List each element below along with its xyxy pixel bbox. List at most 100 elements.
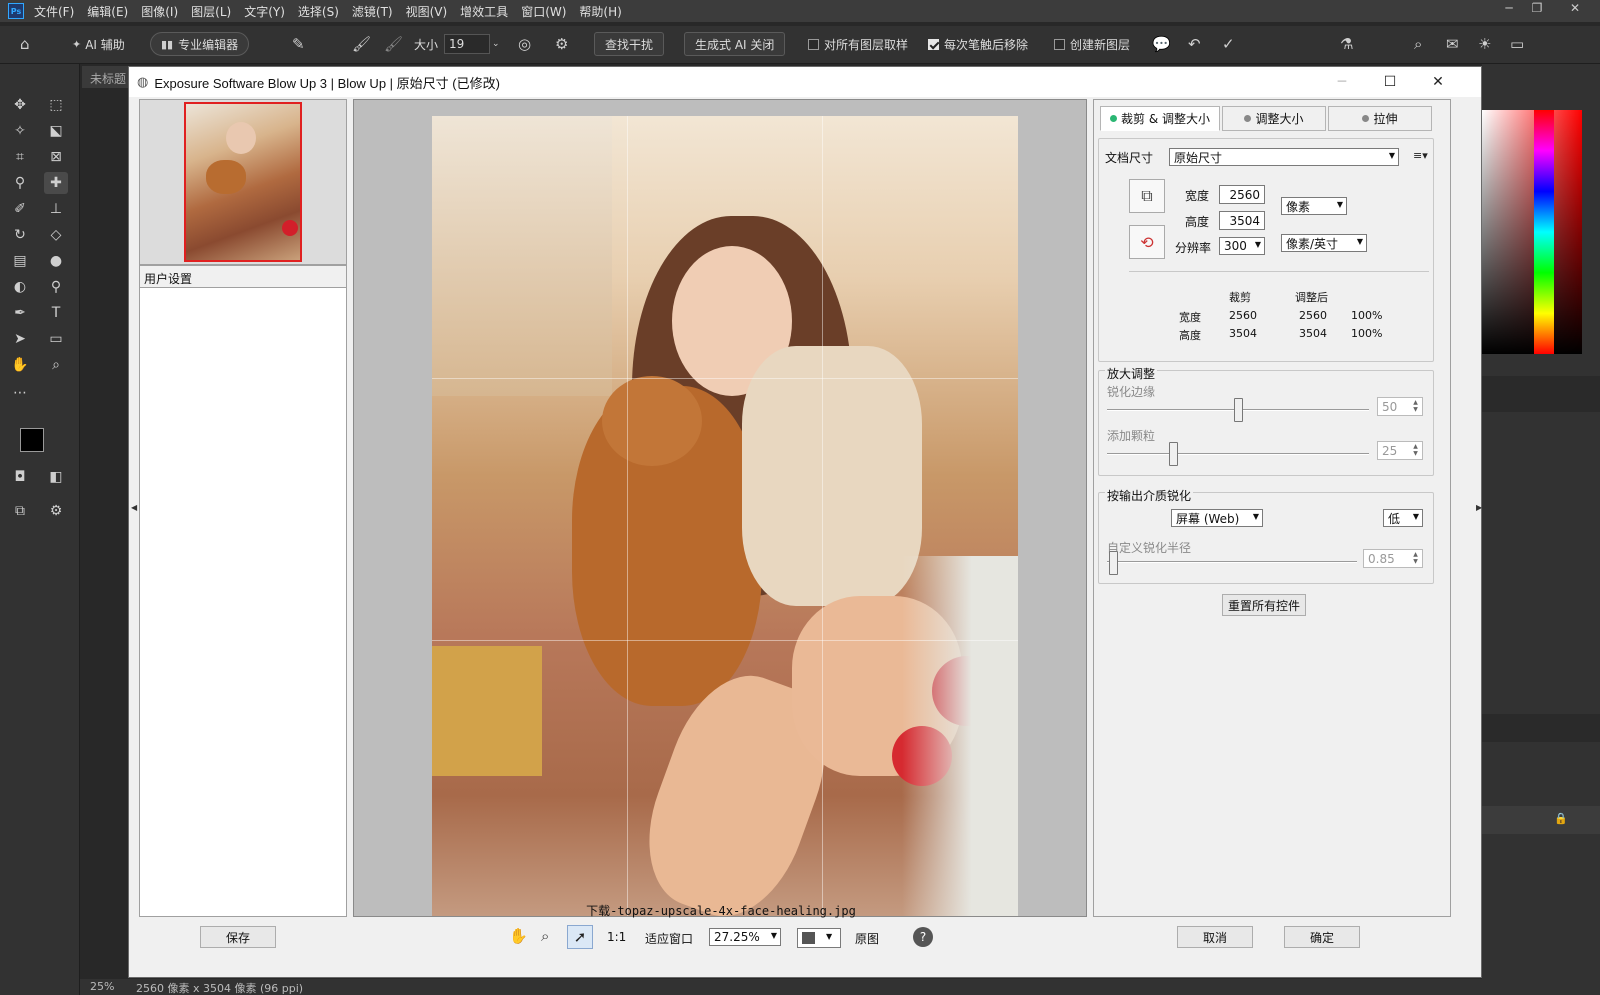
eraser-icon[interactable]: ◇ [44,224,68,246]
maximize-icon[interactable]: ☐ [1367,67,1413,97]
hue-slider[interactable] [1534,110,1554,354]
minimize-icon[interactable]: ─ [1319,67,1365,97]
layer-row[interactable]: 🔒 [1482,806,1600,834]
quick-mask-icon[interactable]: ◘ [8,466,32,488]
output-medium-select[interactable]: 屏幕 (Web) ▼ [1171,509,1263,527]
move-tool-icon[interactable]: ✥ [8,94,32,116]
menu-plugins[interactable]: 增效工具 [460,3,508,20]
sample-all-layers-checkbox[interactable]: 对所有图层取样 [808,32,908,56]
path-select-icon[interactable]: ➤ [8,328,32,350]
object-select-icon[interactable]: ✧ [8,120,32,142]
gear-icon[interactable]: ⚙ [555,35,568,53]
spinner-icon[interactable]: ▲ ▼ [1411,399,1420,414]
spinner-icon[interactable]: ▲ ▼ [1411,443,1420,458]
zoom-select[interactable]: 27.25% ▼ [709,928,781,946]
menu-icon[interactable]: ≡▾ [1413,149,1428,162]
reset-all-button[interactable]: 重置所有控件 [1222,594,1306,616]
zoom-tool-icon[interactable]: ⌕ [44,354,68,376]
rotate-crop-icon[interactable]: ⧉ [1129,179,1165,213]
background-color-select[interactable]: ▼ [797,928,841,948]
chevron-down-icon[interactable]: ⌄ [492,39,500,49]
search-icon[interactable]: ⌕ [1414,35,1422,53]
add-grain-slider[interactable] [1168,442,1178,466]
preview-image[interactable] [432,116,1018,916]
ai-assist-button[interactable]: AI 辅助 [85,36,125,53]
marquee-tool-icon[interactable]: ⬚ [44,94,68,116]
menu-select[interactable]: 选择(S) [298,3,339,20]
brush-subtract-icon[interactable]: 🖌 [384,35,403,53]
foreground-color-swatch[interactable] [20,428,44,452]
workspace-icon[interactable]: ▭ [1510,35,1524,53]
chat-icon[interactable]: ✉ [1446,35,1459,53]
unit-select[interactable]: 像素 ▼ [1281,197,1347,215]
close-icon[interactable]: ✕ [1415,67,1461,97]
sharpen-edges-slider[interactable] [1234,398,1243,422]
home-icon[interactable]: ⌂ [20,35,30,53]
tab-stretch[interactable]: 拉伸 [1328,106,1432,131]
quick-select-icon[interactable]: ⬕ [44,120,68,142]
height-input[interactable]: 3504 [1219,211,1265,230]
zoom-1to1-button[interactable]: 1:1 [607,930,626,944]
menu-layer[interactable]: 图层(L) [191,3,231,20]
smudge-icon[interactable]: ⚲ [44,276,68,298]
find-distractions-button[interactable]: 查找干扰 [594,32,665,56]
ps-minimize-icon[interactable]: ─ [1494,0,1524,16]
remove-after-stroke-checkbox[interactable]: 每次笔触后移除 [928,32,1028,56]
user-settings-header[interactable]: 用户设置 [140,266,346,288]
stamp-tool-icon[interactable]: ⊥ [44,198,68,220]
menu-help[interactable]: 帮助(H) [579,3,621,20]
checkmark-icon[interactable]: ✓ [1222,35,1235,53]
document-info[interactable]: 2560 像素 x 3504 像素 (96 ppi) [136,980,303,995]
size-field[interactable]: 19 [444,34,491,54]
menu-filter[interactable]: 滤镜(T) [352,3,393,20]
pro-editor-button[interactable]: ▮▮ 专业编辑器 [150,32,250,56]
flask-icon[interactable]: ⚗ [1340,35,1353,53]
menu-window[interactable]: 窗口(W) [521,3,566,20]
add-grain-input[interactable]: 25 ▲ ▼ [1377,441,1423,460]
comment-icon[interactable]: 💬 [1152,35,1171,53]
healing-brush-icon[interactable]: ✎ [292,35,305,53]
history-brush-icon[interactable]: ↻ [8,224,32,246]
collapse-right-icon[interactable]: ▶ [1476,503,1482,512]
tab-resize[interactable]: 调整大小 [1222,106,1326,131]
original-button[interactable]: 原图 [855,930,879,947]
content-icon[interactable]: ⚙ [44,500,68,522]
ok-button[interactable]: 确定 [1284,926,1360,948]
frame-tool-icon[interactable]: ⊠ [44,146,68,168]
menu-image[interactable]: 图像(I) [141,3,178,20]
menu-type[interactable]: 文字(Y) [244,3,285,20]
ps-restore-icon[interactable]: ❐ [1522,0,1552,16]
create-new-layer-checkbox[interactable]: 创建新图层 [1054,32,1130,56]
pressure-icon[interactable]: ◎ [518,35,531,53]
thumbnail-image[interactable] [184,102,302,262]
resolution-select[interactable]: 300 ▼ [1219,237,1265,255]
rectangle-tool-icon[interactable]: ▭ [44,328,68,350]
hand-tool-icon[interactable]: ✋ [8,354,32,376]
add-grain-track[interactable] [1107,453,1369,455]
preview-area[interactable]: 下载-topaz-upscale-4x-face-healing.jpg [353,99,1087,918]
zoom-level[interactable]: 25% [90,980,114,993]
reset-crop-icon[interactable]: ⟲ [1129,225,1165,259]
color-picker-field[interactable] [1482,110,1582,354]
more-tools-icon[interactable]: ⋯ [8,382,32,404]
ps-close-icon[interactable]: ✕ [1560,0,1590,16]
brush-add-icon[interactable]: 🖌 [352,35,371,53]
help-icon[interactable]: ? [913,927,933,947]
brush-tool-icon[interactable]: ✐ [8,198,32,220]
menu-edit[interactable]: 编辑(E) [87,3,128,20]
custom-radius-slider[interactable] [1109,551,1118,575]
undo-icon[interactable]: ↶ [1188,35,1201,53]
pen-tool-icon[interactable]: ✒ [8,302,32,324]
menu-file[interactable]: 文件(F) [34,3,74,20]
custom-radius-input[interactable]: 0.85 ▲ ▼ [1363,549,1423,568]
gradient-icon[interactable]: ▤ [8,250,32,272]
sharpen-level-select[interactable]: 低 ▼ [1383,509,1423,527]
blur-icon[interactable]: ● [44,250,68,272]
spot-healing-icon[interactable]: ✚ [44,172,68,194]
dodge-icon[interactable]: ◐ [8,276,32,298]
crop-tool-icon[interactable]: ⌗ [8,146,32,168]
pointer-icon[interactable]: ➚ [567,925,593,949]
artboard-icon[interactable]: ⧉ [8,500,32,522]
doc-size-select[interactable]: 原始尺寸 ▼ [1169,148,1399,166]
resolution-unit-select[interactable]: 像素/英寸 ▼ [1281,234,1367,252]
